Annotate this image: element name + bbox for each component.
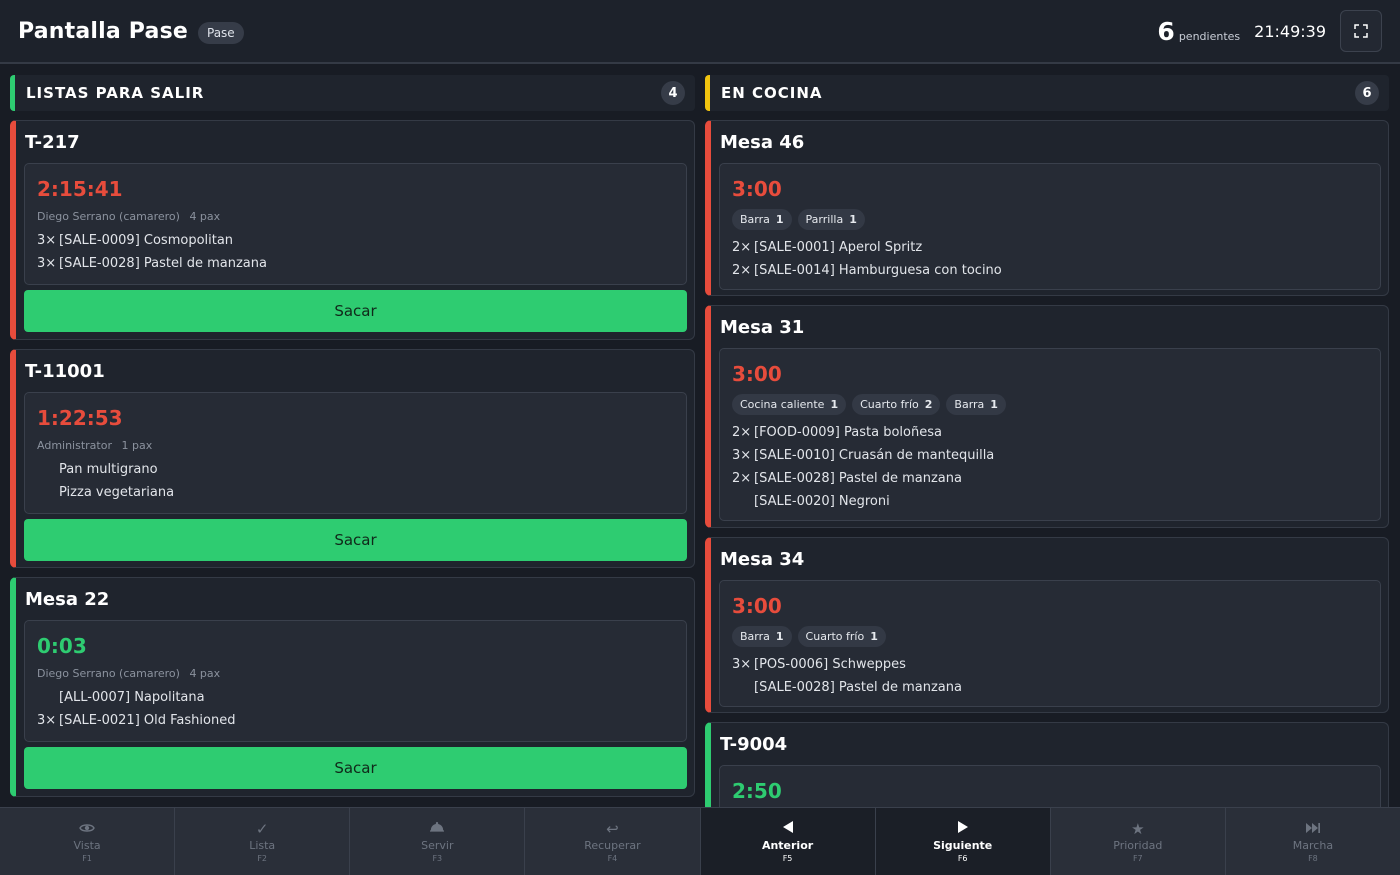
order-timer: 2:15:41	[37, 177, 123, 201]
fkey-vista[interactable]: Vista F1	[0, 808, 176, 875]
order-item: 2× [FOOD-0009] Pasta boloñesa	[732, 425, 942, 440]
fullscreen-icon	[1354, 24, 1368, 38]
triangle-left-icon	[781, 820, 795, 838]
order-timer: 3:00	[732, 177, 782, 201]
page-title: Pantalla Pase	[18, 18, 188, 44]
order-card[interactable]: T-11001 1:22:53 Administrator 1 pax Pan …	[10, 349, 695, 568]
order-item: Pizza vegetariana	[59, 485, 175, 500]
fullscreen-button[interactable]	[1340, 10, 1382, 52]
order-item: 2× [SALE-0014] Hamburguesa con tocino	[732, 263, 1002, 278]
order-timer: 1:22:53	[37, 406, 123, 430]
station-chips: Barra 1 Parrilla 1	[732, 209, 1368, 230]
top-header: Pantalla Pase Pase 6 pendientes 21:49:39	[0, 0, 1400, 64]
order-item: 3× [SALE-0021] Old Fashioned	[37, 713, 236, 728]
order-timer: 0:03	[37, 634, 87, 658]
order-card[interactable]: T-217 2:15:41 Diego Serrano (camarero) 4…	[10, 120, 695, 340]
waiter-name: Diego Serrano (camarero)	[37, 210, 180, 223]
order-ticket: 3:00 Barra 1 Cuarto frío 1 3× [POS-0006] Sc…	[719, 580, 1381, 707]
order-name: Mesa 31	[720, 317, 805, 338]
fkey-recuperar[interactable]: ↩ Recuperar F4	[525, 808, 701, 875]
order-item: 2× [SALE-0001] Aperol Spritz	[732, 240, 923, 255]
serve-button[interactable]: Sacar	[24, 519, 687, 561]
order-ticket: 2:50	[719, 765, 1381, 807]
order-timer: 2:50	[732, 779, 782, 803]
station-chip: Parrilla 1	[797, 209, 865, 230]
pax-count: 1 pax	[121, 439, 153, 452]
kitchen-column-title: EN COCINA	[721, 84, 823, 102]
skip-forward-icon	[1305, 820, 1321, 838]
order-card[interactable]: T-9004 2:50	[705, 722, 1389, 807]
ready-column-title: LISTAS PARA SALIR	[26, 84, 205, 102]
header-status: 6 pendientes 21:49:39	[1157, 10, 1382, 52]
order-meta: Diego Serrano (camarero) 4 pax	[37, 210, 674, 223]
station-chips: Cocina caliente 1 Cuarto frío 2 Barra 1	[732, 394, 1368, 415]
fkey-prioridad[interactable]: ★ Prioridad F7	[1051, 808, 1226, 875]
order-meta: Administrator 1 pax	[37, 439, 674, 452]
order-timer: 3:00	[732, 594, 782, 618]
fkey-siguiente[interactable]: Siguiente F6	[875, 808, 1051, 875]
star-icon: ★	[1131, 820, 1145, 838]
order-item: Pan multigrano	[59, 462, 158, 477]
check-icon: ✓	[255, 820, 269, 838]
order-name: T-217	[25, 132, 80, 153]
pax-count: 4 pax	[189, 667, 221, 680]
order-name: Mesa 46	[720, 132, 805, 153]
order-ticket: 3:00 Cocina caliente 1 Cuarto frío 2 Barra…	[719, 348, 1381, 521]
order-item: 3× [SALE-0009] Cosmopolitan	[37, 233, 234, 248]
kitchen-count-badge: 6	[1355, 81, 1379, 105]
order-item: 3× [SALE-0028] Pastel de manzana	[37, 256, 267, 271]
ready-column: LISTAS PARA SALIR 4 T-217 2:15:41 Diego …	[10, 75, 695, 807]
order-ticket: 3:00 Barra 1 Parrilla 1 2× [SALE-0001] Aper…	[719, 163, 1381, 290]
fkey-servir[interactable]: Servir F3	[350, 808, 526, 875]
station-chip: Barra 1	[946, 394, 1006, 415]
order-item: [ALL-0007] Napolitana	[59, 690, 205, 705]
order-name: T-11001	[25, 361, 105, 382]
order-item: 3× [SALE-0010] Cruasán de mantequilla	[732, 448, 995, 463]
order-name: T-9004	[720, 734, 788, 755]
dish-icon	[428, 820, 446, 838]
station-chip: Barra 1	[732, 626, 792, 647]
clock: 21:49:39	[1254, 21, 1326, 41]
waiter-name: Administrator	[37, 439, 112, 452]
eye-icon	[79, 820, 95, 838]
fkey-marcha[interactable]: Marcha F8	[1226, 808, 1400, 875]
order-item: [SALE-0020] Negroni	[754, 494, 890, 509]
station-chip: Cuarto frío 1	[797, 626, 886, 647]
station-chip: Cocina caliente 1	[732, 394, 847, 415]
kitchen-column-header: EN COCINA 6	[705, 75, 1389, 111]
function-key-bar: Vista F1 ✓ Lista F2 Servir F3 ↩ Recupera…	[0, 807, 1400, 875]
fkey-anterior[interactable]: Anterior F5	[700, 808, 876, 875]
station-chip: Barra 1	[732, 209, 792, 230]
fkey-lista[interactable]: ✓ Lista F2	[175, 808, 351, 875]
order-ticket: 1:22:53 Administrator 1 pax Pan multigra…	[24, 392, 687, 514]
order-item: [SALE-0028] Pastel de manzana	[754, 680, 962, 695]
order-ticket: 2:15:41 Diego Serrano (camarero) 4 pax 3…	[24, 163, 687, 285]
ready-count-badge: 4	[661, 81, 685, 105]
order-name: Mesa 22	[25, 589, 110, 610]
pending-label: pendientes	[1178, 29, 1241, 43]
order-card[interactable]: Mesa 46 3:00 Barra 1 Parrilla 1 2× [SALE-00…	[705, 120, 1389, 296]
order-name: Mesa 34	[720, 549, 805, 570]
ready-column-header: LISTAS PARA SALIR 4	[10, 75, 695, 111]
station-chip: Cuarto frío 2	[852, 394, 941, 415]
pax-count: 4 pax	[189, 210, 221, 223]
order-card[interactable]: Mesa 22 0:03 Diego Serrano (camarero) 4 …	[10, 577, 695, 797]
order-meta: Diego Serrano (camarero) 4 pax	[37, 667, 674, 680]
undo-icon: ↩	[606, 820, 619, 838]
order-card[interactable]: Mesa 34 3:00 Barra 1 Cuarto frío 1 3× [POS-…	[705, 537, 1389, 713]
order-card[interactable]: Mesa 31 3:00 Cocina caliente 1 Cuarto frí…	[705, 305, 1389, 528]
pending-count: 6	[1157, 16, 1175, 46]
order-timer: 3:00	[732, 362, 782, 386]
waiter-name: Diego Serrano (camarero)	[37, 667, 180, 680]
order-ticket: 0:03 Diego Serrano (camarero) 4 pax [ALL…	[24, 620, 687, 742]
order-item: 3× [POS-0006] Schweppes	[732, 657, 906, 672]
kitchen-column: EN COCINA 6 Mesa 46 3:00 Barra 1 Parrilla…	[705, 75, 1389, 807]
triangle-right-icon	[956, 820, 970, 838]
mode-badge: Pase	[198, 22, 244, 44]
serve-button[interactable]: Sacar	[24, 290, 687, 332]
order-item: 2× [SALE-0028] Pastel de manzana	[732, 471, 962, 486]
station-chips: Barra 1 Cuarto frío 1	[732, 626, 1368, 647]
serve-button[interactable]: Sacar	[24, 747, 687, 789]
